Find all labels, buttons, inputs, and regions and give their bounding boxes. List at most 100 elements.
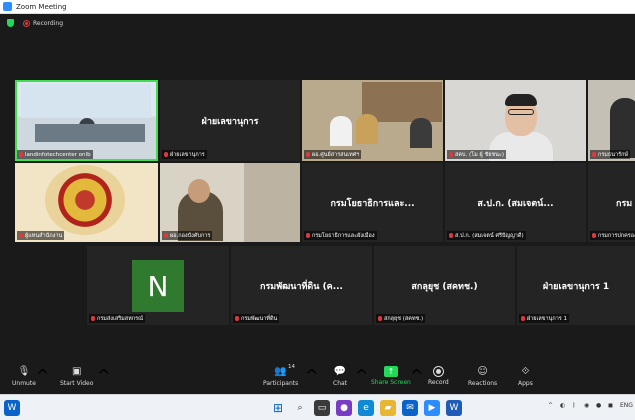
video-tile-7[interactable]: ผอ.กองบังคับการ <box>160 163 300 242</box>
tray-app-icon[interactable]: ● <box>596 402 601 409</box>
video-content <box>356 114 378 144</box>
share-screen-icon: ↑ <box>383 366 398 377</box>
teams-icon[interactable]: ● <box>336 400 352 416</box>
muted-mic-icon <box>306 233 310 238</box>
file-explorer-icon[interactable]: ▰ <box>380 400 396 416</box>
reactions-button[interactable]: ☺ Reactions <box>468 366 497 387</box>
muted-mic-icon <box>592 152 596 157</box>
share-screen-label: Share Screen <box>371 379 411 386</box>
word-icon[interactable]: W <box>446 400 462 416</box>
video-content <box>410 118 432 148</box>
video-tile-2[interactable]: ฝ่ายเลขานุการ ฝ่ายเลขานุการ <box>160 80 300 161</box>
participant-name-label: ผอ.กองบังคับการ <box>162 231 213 240</box>
muted-mic-icon <box>19 233 23 238</box>
participant-name: ผู้แทนสำนักงาน <box>25 232 63 239</box>
participant-name: กรมการปกครอง <box>598 232 635 239</box>
video-tile-10[interactable]: กรม กรมการปกครอง <box>588 163 635 242</box>
video-content <box>35 124 145 142</box>
participant-name-center: สกลุยุช (สคทช.) <box>411 281 478 292</box>
video-tile-11[interactable]: N กรมส่งเสริมสหกรณ์ <box>87 246 229 325</box>
record-label: Record <box>428 379 449 386</box>
participant-name-label: ผู้แทนสำนักงาน <box>17 231 65 240</box>
emblem-image <box>45 165 125 235</box>
muted-mic-icon <box>19 152 23 157</box>
search-icon[interactable]: ⌕ <box>292 400 308 416</box>
video-tile-6[interactable]: ผู้แทนสำนักงาน <box>15 163 158 242</box>
window-title: Zoom Meeting <box>16 2 67 11</box>
muted-mic-icon <box>235 316 239 321</box>
video-tile-9[interactable]: ส.ป.ก. (สมเจตน์... ส.ป.ก. (สมเจตน์ ศรีปั… <box>445 163 586 242</box>
video-tile-4[interactable]: สคบ. (โม ผู้ ชัยชนะ) <box>445 80 586 161</box>
video-content <box>508 109 534 115</box>
participant-name-label: กรมพัฒนาที่ดิน <box>233 314 280 323</box>
participants-label: Participants <box>263 380 299 387</box>
start-windows-icon[interactable]: ⊞ <box>270 400 286 416</box>
participants-count: 14 <box>288 364 295 370</box>
video-tile-3[interactable]: ผอ.ศูนย์สารสนเทศฯ <box>302 80 443 161</box>
unmute-button[interactable]: 🎙 Unmute <box>12 366 36 387</box>
unmute-label: Unmute <box>12 380 36 387</box>
participant-name-label: กรมธนารักษ์ <box>590 150 631 159</box>
tray-app-icon[interactable]: ◉ <box>584 402 589 409</box>
video-tile-1[interactable]: landinfotechcenter onlb <box>15 80 158 161</box>
mail-icon[interactable]: ✉ <box>402 400 418 416</box>
muted-mic-icon <box>378 316 382 321</box>
edge-icon[interactable]: e <box>358 400 374 416</box>
video-tile-5[interactable]: กรมธนารักษ์ <box>588 80 635 161</box>
participant-name: สคบ. (โม ผู้ ชัยชนะ) <box>455 151 505 158</box>
participants-chevron-icon[interactable]: ^ <box>305 366 318 385</box>
language-indicator[interactable]: ENG <box>620 402 633 409</box>
start-video-button[interactable]: ▣ Start Video <box>60 366 93 387</box>
reactions-icon: ☺ <box>477 366 488 377</box>
video-content <box>330 116 352 146</box>
participant-name: ส.ป.ก. (สมเจตน์ ศรีปัญญาดี) <box>455 232 524 239</box>
apps-button[interactable]: ⟐ Apps <box>518 366 533 387</box>
widgets-icon[interactable]: W <box>4 400 20 416</box>
participant-name-center: กรมโยธาธิการและ... <box>330 198 415 209</box>
chat-button[interactable]: 💬 Chat <box>333 366 347 387</box>
video-off-icon: ▣ <box>71 366 82 377</box>
participant-name-label: ส.ป.ก. (สมเจตน์ ศรีปัญญาดี) <box>447 231 526 240</box>
participant-name-label: สกลุยุช (สคทช.) <box>376 314 426 323</box>
muted-mic-icon <box>164 233 168 238</box>
tray-chevron-icon[interactable]: ^ <box>548 402 553 409</box>
participant-name: ฝ่ายเลขานุการ 1 <box>527 315 568 322</box>
chat-label: Chat <box>333 380 348 387</box>
share-chevron-icon[interactable]: ^ <box>410 366 423 385</box>
video-content <box>21 84 151 118</box>
bluetooth-icon[interactable]: ᛒ <box>572 402 576 409</box>
chat-chevron-icon[interactable]: ^ <box>355 366 368 385</box>
record-icon <box>432 366 444 377</box>
record-button[interactable]: Record <box>428 366 449 386</box>
participant-name-label: ฝ่ายเลขานุการ <box>162 150 207 159</box>
microphone-muted-icon: 🎙 <box>17 366 31 377</box>
muted-mic-icon <box>91 316 95 321</box>
muted-mic-icon <box>449 233 453 238</box>
participant-name-center: ส.ป.ก. (สมเจตน์... <box>477 198 554 209</box>
video-content <box>505 94 537 106</box>
participant-name: landinfotechcenter onlb <box>25 151 91 158</box>
audio-options-chevron-icon[interactable]: ^ <box>36 366 49 385</box>
zoom-logo-icon <box>3 2 12 11</box>
task-view-icon[interactable]: ▭ <box>314 400 330 416</box>
taskbar: W ⊞ ⌕ ▭ ● e ▰ ✉ ▶ W ^ ◐ ᛒ ◉ ● ◼ ENG <box>0 394 635 420</box>
video-tile-14[interactable]: ฝ่ายเลขานุการ 1 ฝ่ายเลขานุการ 1 <box>517 246 635 325</box>
meeting-area: Recording landinfotechcenter onlb ฝ่ายเล… <box>0 14 635 364</box>
security-shield-icon[interactable] <box>7 19 14 27</box>
share-screen-button[interactable]: ↑ Share Screen <box>371 366 411 386</box>
participant-name-label: สคบ. (โม ผู้ ชัยชนะ) <box>447 150 507 159</box>
participant-name-label: กรมส่งเสริมสหกรณ์ <box>89 314 146 323</box>
muted-mic-icon <box>164 152 168 157</box>
tray-app-icon[interactable]: ◼ <box>608 402 613 409</box>
apps-icon: ⟐ <box>521 366 530 377</box>
tray-app-icon[interactable]: ◐ <box>560 402 565 409</box>
muted-mic-icon <box>306 152 310 157</box>
zoom-app-icon[interactable]: ▶ <box>424 400 440 416</box>
reactions-label: Reactions <box>468 380 498 387</box>
video-options-chevron-icon[interactable]: ^ <box>97 366 110 385</box>
meeting-status-bar: Recording <box>0 14 635 32</box>
participant-name: กรมโยธาธิการและผังเมือง <box>312 232 375 239</box>
video-tile-13[interactable]: สกลุยุช (สคทช.) สกลุยุช (สคทช.) <box>374 246 515 325</box>
video-tile-8[interactable]: กรมโยธาธิการและ... กรมโยธาธิการและผังเมื… <box>302 163 443 242</box>
video-tile-12[interactable]: กรมพัฒนาที่ดิน (ค... กรมพัฒนาที่ดิน <box>231 246 372 325</box>
